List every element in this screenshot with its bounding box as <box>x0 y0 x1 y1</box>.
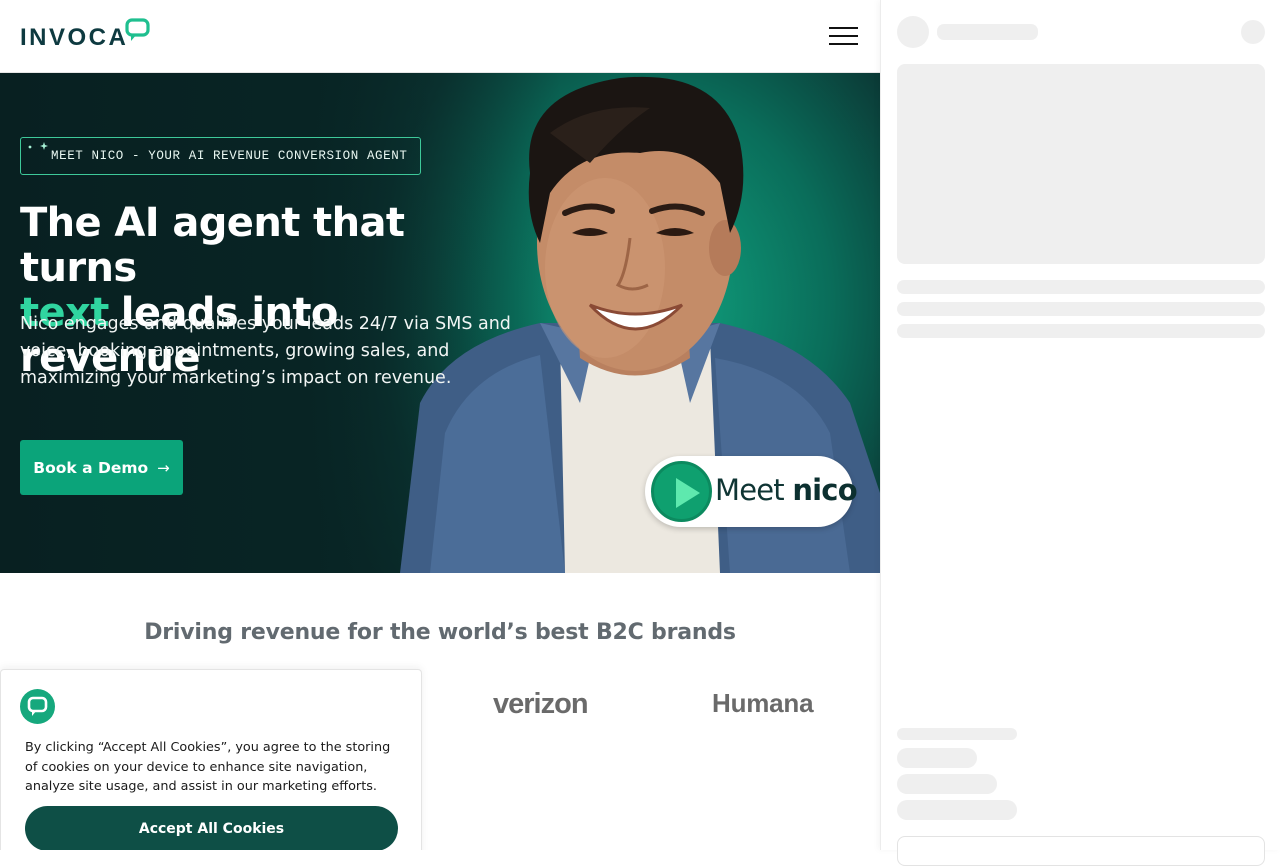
skeleton-chip <box>897 774 997 794</box>
skeleton-close-icon <box>1241 20 1265 44</box>
meet-word: Meet <box>715 473 785 507</box>
skeleton-line <box>897 280 1265 294</box>
play-icon <box>651 461 712 522</box>
skeleton-avatar <box>897 16 929 48</box>
skeleton-card <box>897 836 1265 866</box>
arrow-right-icon: → <box>157 458 170 477</box>
hamburger-menu-icon[interactable] <box>826 24 862 48</box>
badge-text: MEET NICO - YOUR AI REVENUE CONVERSION A… <box>51 149 408 163</box>
cookie-consent-text: By clicking “Accept All Cookies”, you ag… <box>25 740 391 794</box>
speech-bubble-logo-icon <box>125 18 150 41</box>
humana-logo: Humana <box>712 688 814 718</box>
main-page: INVOCA MEET NICO - YOUR AI REVENUE CONVE… <box>0 0 880 850</box>
nico-word: nico <box>792 473 857 507</box>
side-panel-skeleton <box>880 0 1280 866</box>
site-header: INVOCA <box>0 0 880 73</box>
invoca-chat-icon <box>20 689 55 724</box>
skeleton-chip <box>897 748 977 768</box>
skeleton-line <box>897 324 1265 338</box>
skeleton-media <box>897 64 1265 264</box>
cookie-banner: By clicking “Accept All Cookies”, you ag… <box>0 669 422 850</box>
verizon-logo: verizon <box>493 688 589 720</box>
brands-title: Driving revenue for the world’s best B2C… <box>144 620 736 645</box>
invoca-logo[interactable]: INVOCA <box>20 16 151 50</box>
book-demo-label: Book a Demo <box>33 458 149 477</box>
accept-all-cookies-button[interactable]: Accept All Cookies <box>25 806 398 850</box>
hero-badge: MEET NICO - YOUR AI REVENUE CONVERSION A… <box>20 137 422 175</box>
logo-text: INVOCA <box>20 24 129 51</box>
skeleton-line <box>897 728 1017 740</box>
headline-line-1: The AI agent that turns <box>20 200 405 291</box>
skeleton-title <box>937 24 1038 40</box>
book-demo-button[interactable]: Book a Demo → <box>20 440 183 495</box>
skeleton-chip <box>897 800 1017 820</box>
meet-nico-video-button[interactable]: Meet nico <box>645 456 858 527</box>
skeleton-line <box>897 302 1265 316</box>
sparkle-icon <box>28 142 48 150</box>
hero-subcopy: Nico engages and qualifies your leads 24… <box>20 314 511 388</box>
hero-section: MEET NICO - YOUR AI REVENUE CONVERSION A… <box>0 73 880 573</box>
meet-nico-text: Meet nico <box>715 473 858 507</box>
